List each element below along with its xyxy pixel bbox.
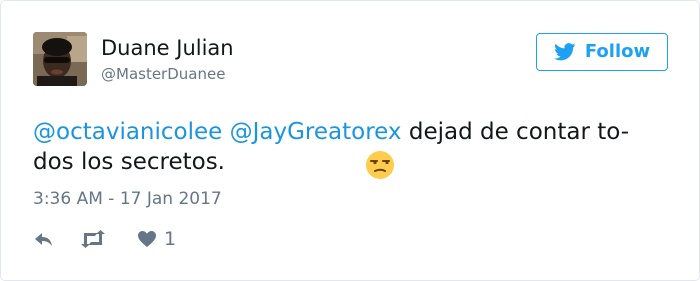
- tweet-timestamp[interactable]: 3:36 AM - 17 Jan 2017: [33, 188, 222, 210]
- tweet-text-line-1: @octavianicolee @JayGreatorex dejad de c…: [33, 117, 673, 147]
- heart-icon: [138, 231, 156, 247]
- follow-button[interactable]: Follow: [536, 33, 668, 71]
- twitter-bird-icon: [553, 43, 576, 61]
- author-handle[interactable]: @MasterDuanee: [101, 64, 225, 84]
- mention-link[interactable]: @octavianicolee: [33, 119, 222, 145]
- reply-icon: [35, 233, 52, 246]
- tweet-text: @octavianicolee @JayGreatorex dejad de c…: [33, 117, 673, 177]
- like-count: 1: [164, 228, 177, 250]
- follow-label: Follow: [584, 41, 651, 62]
- reply-button[interactable]: [33, 227, 55, 251]
- retweet-button[interactable]: [79, 227, 107, 251]
- avatar[interactable]: [33, 32, 87, 86]
- tweet-text-segment: dejad de contar to-: [401, 119, 630, 145]
- tweet-text-line-2: dos los secretos.: [33, 149, 225, 175]
- like-button[interactable]: 1: [137, 227, 176, 251]
- author-name[interactable]: Duane Julian: [101, 35, 234, 61]
- retweet-icon: [81, 230, 105, 248]
- unamused-face-emoji: [366, 151, 394, 179]
- avatar-image: [33, 32, 87, 86]
- tweet-card: Duane Julian @MasterDuanee Follow @octav…: [0, 0, 700, 281]
- mention-link[interactable]: @JayGreatorex: [230, 119, 402, 145]
